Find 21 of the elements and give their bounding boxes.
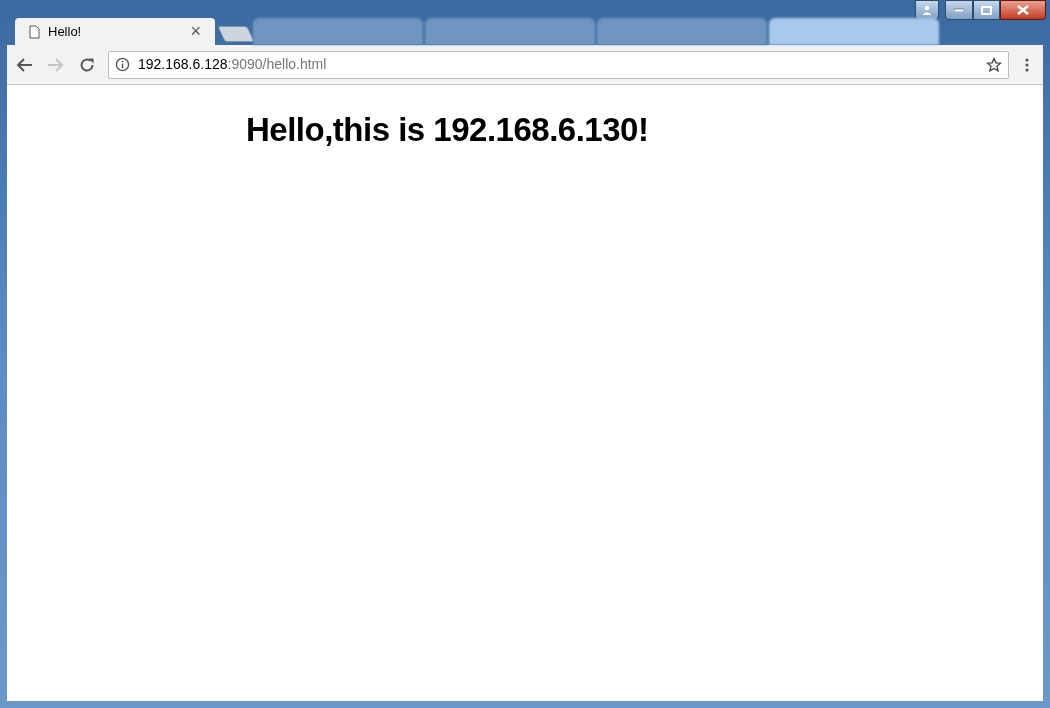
back-icon[interactable] bbox=[15, 56, 33, 73]
url-text: 192.168.6.128:9090/hello.html bbox=[138, 55, 327, 74]
page-icon bbox=[29, 24, 40, 39]
bookmark-star-icon[interactable] bbox=[986, 56, 1002, 73]
info-icon[interactable] bbox=[115, 57, 130, 72]
page-heading: Hello,this is 192.168.6.130! bbox=[246, 110, 650, 150]
tab-close-button[interactable]: × bbox=[190, 18, 201, 45]
close-window-button[interactable] bbox=[1000, 0, 1046, 20]
reload-icon[interactable] bbox=[79, 56, 95, 73]
tab-title: Hello! bbox=[48, 22, 82, 41]
minimize-icon bbox=[954, 8, 964, 12]
menu-icon[interactable] bbox=[1025, 56, 1029, 73]
profile-button[interactable] bbox=[915, 0, 939, 20]
person-icon bbox=[922, 5, 932, 15]
restore-icon bbox=[981, 5, 992, 15]
close-icon bbox=[1017, 5, 1029, 15]
browser-tab[interactable]: Hello! × bbox=[15, 18, 215, 45]
maximize-button[interactable] bbox=[973, 0, 1000, 20]
new-tab-button[interactable] bbox=[217, 26, 255, 42]
minimize-button[interactable] bbox=[945, 0, 973, 20]
address-bar[interactable]: 192.168.6.128:9090/hello.html bbox=[108, 50, 1009, 79]
